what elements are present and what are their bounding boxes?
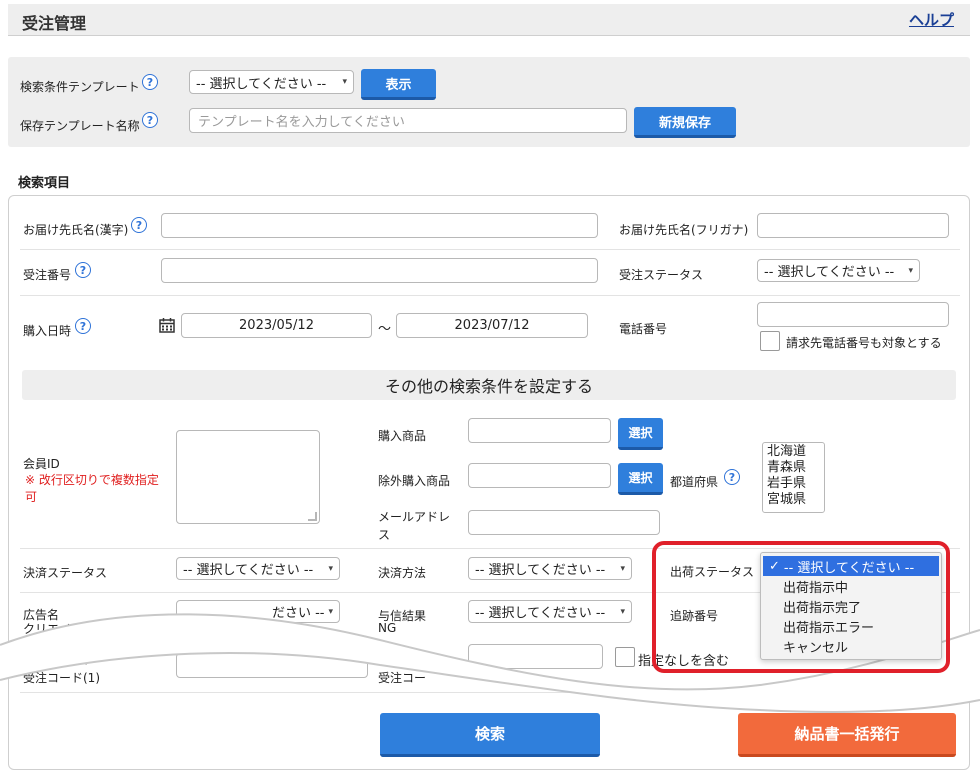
help-link[interactable]: ヘルプ bbox=[909, 9, 954, 30]
show-template-button[interactable]: 表示 bbox=[361, 69, 436, 100]
template-panel bbox=[8, 57, 970, 147]
payment-status-label: 決済ステータス bbox=[23, 566, 108, 580]
resize-handle[interactable] bbox=[308, 512, 317, 521]
ad-name-label-2: クリエイ bbox=[23, 622, 72, 636]
note-line: 可 bbox=[25, 490, 38, 504]
highlight-frame bbox=[652, 541, 950, 673]
template-name-input[interactable]: テンプレート名を入力してください bbox=[189, 108, 627, 133]
save-template-button[interactable]: 新規保存 bbox=[634, 107, 736, 138]
label-line: ス bbox=[378, 528, 391, 542]
date-to-input[interactable]: 2023/07/12 bbox=[396, 313, 588, 338]
dest-name-kanji-label: お届け先氏名(漢字) bbox=[23, 223, 129, 237]
help-icon[interactable]: ? bbox=[75, 262, 91, 278]
list-item[interactable]: 宮城県 bbox=[767, 492, 820, 508]
list-item[interactable]: 北海道 bbox=[767, 444, 820, 460]
phone-input[interactable] bbox=[757, 302, 949, 327]
billing-phone-label: 請求先電話番号も対象とする bbox=[786, 336, 942, 350]
ad-name-select[interactable]: ださい -- ▾ bbox=[176, 600, 340, 623]
credit-result-select[interactable]: -- 選択してください -- ▾ bbox=[468, 600, 632, 623]
chevron-down-icon: ▾ bbox=[328, 563, 333, 574]
help-icon[interactable]: ? bbox=[724, 469, 740, 485]
search-button[interactable]: 検索 bbox=[380, 713, 600, 757]
system-label: システム bbox=[40, 653, 88, 667]
help-icon[interactable]: ? bbox=[142, 74, 158, 90]
member-id-note: ※ 改行区切りで複数指定 可 bbox=[25, 472, 159, 506]
search-template-select[interactable]: -- 選択してください -- ▾ bbox=[189, 70, 354, 94]
member-id-label: 会員ID bbox=[23, 457, 60, 471]
date-separator: ～ bbox=[378, 322, 392, 337]
list-item[interactable]: 青森県 bbox=[767, 460, 820, 476]
help-icon[interactable]: ? bbox=[142, 112, 158, 128]
divider bbox=[20, 295, 960, 296]
order-status-label: 受注ステータス bbox=[619, 268, 704, 282]
system-order-code-input[interactable] bbox=[176, 653, 368, 678]
order-code-input[interactable] bbox=[468, 644, 603, 669]
chevron-down-icon: ▾ bbox=[342, 77, 347, 87]
member-id-textarea[interactable] bbox=[176, 430, 320, 524]
chevron-down-icon: ▾ bbox=[908, 265, 913, 276]
save-template-label: 保存テンプレート名称 bbox=[20, 119, 140, 133]
template-name-placeholder: テンプレート名を入力してください bbox=[198, 115, 405, 130]
select-value: -- 選択してください -- bbox=[764, 265, 895, 280]
order-code-label-2: 受注コー bbox=[378, 671, 427, 685]
order-number-label: 受注番号 bbox=[23, 268, 72, 282]
credit-result-label-2: NG bbox=[378, 621, 397, 635]
prefecture-listbox[interactable]: 北海道 青森県 岩手県 宮城県 bbox=[762, 442, 825, 513]
payment-method-select[interactable]: -- 選択してください -- ▾ bbox=[468, 557, 632, 580]
dest-name-kanji-input[interactable] bbox=[161, 213, 598, 238]
select-value: -- 選択してください -- bbox=[183, 563, 314, 578]
note-line: ※ 改行区切りで複数指定 bbox=[25, 473, 159, 487]
select-value: -- 選択してください -- bbox=[196, 76, 327, 92]
phone-label: 電話番号 bbox=[619, 322, 668, 336]
select-value: ださい -- bbox=[271, 606, 325, 621]
label-line: メールアドレ bbox=[378, 510, 451, 524]
excluded-item-select-button[interactable]: 選択 bbox=[618, 463, 663, 495]
select-value: -- 選択してください -- bbox=[475, 563, 606, 578]
mail-address-input[interactable] bbox=[468, 510, 660, 535]
other-conditions-toggle[interactable]: その他の検索条件を設定する bbox=[22, 370, 956, 400]
dest-name-kana-input[interactable] bbox=[757, 213, 949, 238]
select-value: -- 選択してください -- bbox=[475, 606, 606, 621]
payment-method-label: 決済方法 bbox=[378, 566, 427, 580]
dest-name-kana-label: お届け先氏名(フリガナ) bbox=[619, 223, 749, 237]
purchased-item-input[interactable] bbox=[468, 418, 611, 443]
page-title: 受注管理 bbox=[22, 14, 87, 33]
order-code-label: 受注コード(1) bbox=[23, 671, 100, 685]
divider bbox=[20, 692, 960, 693]
purchase-date-label: 購入日時 bbox=[23, 324, 72, 338]
excluded-item-label: 除外購入商品 bbox=[378, 474, 451, 488]
prefecture-label: 都道府県 bbox=[670, 475, 719, 489]
excluded-item-input[interactable] bbox=[468, 463, 611, 488]
chevron-down-icon: ▾ bbox=[620, 563, 625, 574]
list-item[interactable]: 岩手県 bbox=[767, 476, 820, 492]
order-number-input[interactable] bbox=[161, 258, 598, 283]
page-header bbox=[8, 4, 970, 36]
bulk-issue-button[interactable]: 納品書一括発行 bbox=[738, 713, 956, 757]
search-template-label: 検索条件テンプレート bbox=[20, 80, 140, 94]
calendar-icon[interactable] bbox=[159, 317, 175, 333]
mail-address-label: メールアドレ ス bbox=[378, 508, 450, 544]
help-icon[interactable]: ? bbox=[131, 217, 147, 233]
chevron-down-icon: ▾ bbox=[328, 606, 333, 617]
purchased-item-select-button[interactable]: 選択 bbox=[618, 418, 663, 450]
billing-phone-checkbox[interactable] bbox=[760, 331, 780, 351]
payment-status-select[interactable]: -- 選択してください -- ▾ bbox=[176, 557, 340, 580]
include-unspecified-checkbox[interactable] bbox=[615, 647, 635, 667]
order-status-select[interactable]: -- 選択してください -- ▾ bbox=[757, 259, 920, 282]
section-title: 検索項目 bbox=[18, 176, 71, 191]
divider bbox=[20, 249, 960, 250]
help-icon[interactable]: ? bbox=[75, 318, 91, 334]
purchased-item-label: 購入商品 bbox=[378, 429, 427, 443]
date-from-input[interactable]: 2023/05/12 bbox=[181, 313, 372, 338]
chevron-down-icon: ▾ bbox=[620, 606, 625, 617]
